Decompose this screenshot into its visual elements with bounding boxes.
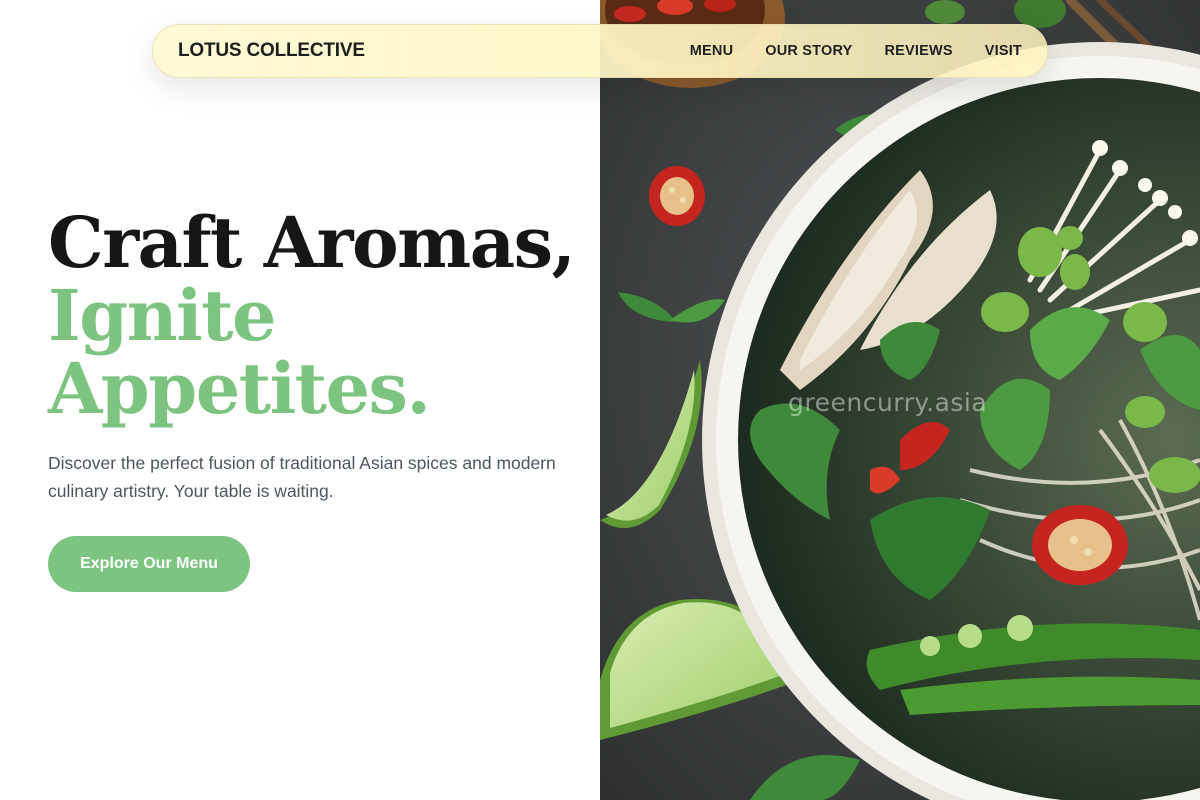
hero-food-image: greencurry.asia (600, 0, 1200, 800)
top-navigation-bar: LOTUS COLLECTIVE MENU OUR STORY REVIEWS … (152, 24, 1048, 78)
nav-link-reviews[interactable]: REVIEWS (884, 43, 952, 59)
nav-link-our-story[interactable]: OUR STORY (765, 43, 852, 59)
nav-link-menu[interactable]: MENU (690, 43, 734, 59)
explore-menu-button[interactable]: Explore Our Menu (48, 536, 250, 592)
headline-line-2: Ignite (48, 274, 277, 357)
nav-link-visit[interactable]: VISIT (985, 43, 1022, 59)
headline-line-1: Craft Aromas, (48, 201, 576, 284)
hero-headline: Craft Aromas, Ignite Appetites. (48, 206, 588, 425)
watermark-text: greencurry.asia (788, 388, 988, 417)
hero-description: Discover the perfect fusion of tradition… (48, 453, 556, 501)
headline-line-3: Appetites. (48, 347, 431, 430)
nav-links: MENU OUR STORY REVIEWS VISIT (690, 43, 1022, 59)
brand-logo-text[interactable]: LOTUS COLLECTIVE (178, 40, 365, 62)
